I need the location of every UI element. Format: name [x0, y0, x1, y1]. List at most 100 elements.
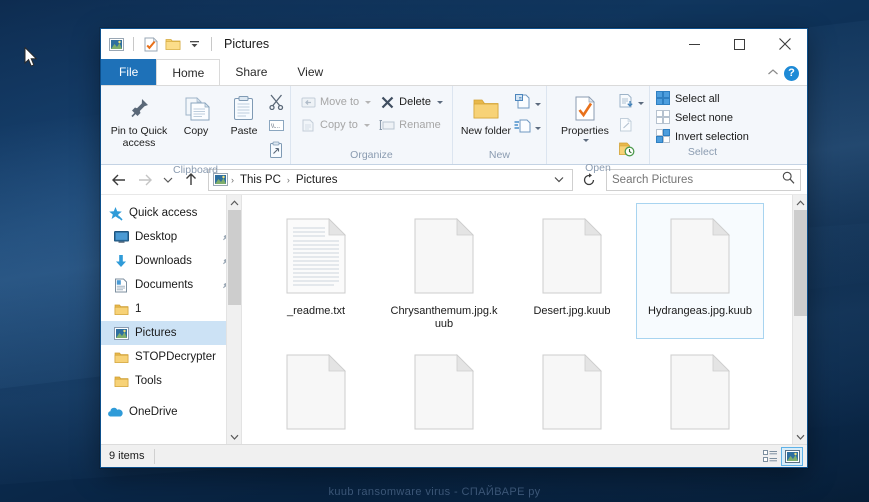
list-item[interactable]: _readme.txt: [252, 203, 380, 339]
sidebar-item-quick-access[interactable]: Quick access: [101, 201, 241, 225]
list-item[interactable]: [380, 339, 508, 444]
sidebar-item-onedrive[interactable]: OneDrive: [101, 400, 241, 424]
navpane-scroll-thumb[interactable]: [227, 210, 241, 305]
delete-button[interactable]: Delete: [375, 91, 447, 113]
ribbon-tab-actions: ?: [767, 64, 807, 85]
history-button[interactable]: [618, 141, 644, 162]
status-divider: [154, 448, 156, 464]
file-list-pane[interactable]: _readme.txt Chrysanthemum.jpg.kuub Deser…: [241, 195, 807, 444]
invert-selection-label: Invert selection: [674, 131, 749, 143]
maximize-button[interactable]: [717, 29, 762, 59]
list-item[interactable]: Hydrangeas.jpg.kuub: [636, 203, 764, 339]
tab-view[interactable]: View: [282, 59, 338, 85]
select-all-label: Select all: [674, 93, 720, 105]
properties-button[interactable]: Properties: [552, 89, 618, 142]
pin-to-quick-access-button[interactable]: Pin to Quick access: [106, 89, 172, 149]
sidebar-item-label: Desktop: [135, 231, 178, 243]
paste-button[interactable]: Paste: [220, 89, 268, 138]
sidebar-item-1[interactable]: 1: [101, 297, 241, 321]
navpane-scroll-track[interactable]: [227, 210, 242, 429]
navpane-scrollbar[interactable]: [226, 195, 241, 444]
chevron-down-icon[interactable]: [550, 175, 568, 185]
cut-scissors-icon: [268, 93, 285, 115]
list-item[interactable]: Chrysanthemum.jpg.kuub: [380, 203, 508, 339]
chevron-down-icon[interactable]: [436, 100, 443, 104]
select-none-icon: [655, 109, 670, 127]
chevron-down-icon[interactable]: [534, 127, 541, 130]
sidebar-item-documents[interactable]: Documents: [101, 273, 241, 297]
select-options: Select all Select none Invert selection: [650, 86, 755, 146]
file-name: _readme.txt: [286, 305, 346, 317]
move-to-button[interactable]: Move to: [296, 91, 375, 113]
sidebar-item-desktop[interactable]: Desktop: [101, 225, 241, 249]
chevron-down-icon[interactable]: [582, 138, 589, 142]
breadcrumb-pictures[interactable]: Pictures: [293, 174, 341, 186]
chevron-down-icon[interactable]: [365, 100, 372, 104]
new-folder-button[interactable]: New folder: [458, 89, 514, 138]
sidebar-item-stopdecrypter[interactable]: STOPDecrypter: [101, 345, 241, 369]
ribbon: Pin to Quick access Copy Paste \\... Cli…: [101, 85, 807, 176]
invert-selection-button[interactable]: Invert selection: [655, 128, 749, 146]
open-with-button[interactable]: [618, 93, 644, 114]
list-item[interactable]: Desert.jpg.kuub: [508, 203, 636, 339]
list-item[interactable]: [636, 339, 764, 444]
sidebar-item-label: STOPDecrypter: [135, 351, 216, 363]
sidebar-item-downloads[interactable]: Downloads: [101, 249, 241, 273]
window-menu-icon[interactable]: [107, 35, 126, 54]
blank-file-icon: [662, 210, 738, 302]
navigation-tree: Quick access Desktop Downloads Documents…: [101, 195, 241, 424]
paste-shortcut-button[interactable]: [268, 141, 285, 164]
cut-button[interactable]: [268, 93, 285, 115]
qat-properties[interactable]: [141, 35, 160, 54]
list-item[interactable]: [252, 339, 380, 444]
select-all-button[interactable]: Select all: [655, 90, 749, 108]
qat-customize[interactable]: [185, 35, 204, 54]
sidebar-item-pictures[interactable]: Pictures: [101, 321, 241, 345]
list-item[interactable]: [508, 339, 636, 444]
search-icon[interactable]: [782, 171, 795, 189]
sidebar-item-label: Quick access: [129, 207, 198, 219]
chevron-down-icon[interactable]: [637, 102, 644, 105]
file-scroll-track[interactable]: [793, 210, 808, 429]
large-icons-view-button[interactable]: [781, 446, 803, 466]
text-file-icon: [278, 210, 354, 302]
chevron-down-icon[interactable]: [534, 102, 541, 106]
organize-col-1: Move to Copy to: [296, 89, 375, 136]
chevron-up-icon[interactable]: [793, 195, 808, 210]
copy-button[interactable]: Copy: [172, 89, 220, 138]
file-name: Chrysanthemum.jpg.kuub: [390, 305, 498, 330]
chevron-down-icon[interactable]: [793, 429, 808, 444]
tab-home[interactable]: Home: [156, 59, 221, 85]
chevron-up-icon[interactable]: [767, 64, 779, 82]
copy-to-button[interactable]: Copy to: [296, 114, 375, 136]
pin-to-quick-access-label: Pin to Quick access: [110, 125, 168, 149]
file-list-scrollbar[interactable]: [792, 195, 807, 444]
folder-icon: [113, 373, 129, 389]
history-icon: [618, 141, 635, 162]
chevron-down-icon[interactable]: [227, 429, 242, 444]
chevron-down-icon[interactable]: [363, 123, 370, 127]
clipboard-small-icons: \\...: [268, 89, 285, 164]
details-view-button[interactable]: [759, 447, 781, 466]
close-button[interactable]: [762, 29, 807, 59]
edit-button[interactable]: [618, 117, 644, 138]
title-bar[interactable]: Pictures: [101, 29, 807, 59]
file-scroll-thumb[interactable]: [793, 210, 807, 316]
select-none-button[interactable]: Select none: [655, 109, 749, 127]
copy-path-button[interactable]: \\...: [268, 118, 285, 138]
rename-button[interactable]: Rename: [375, 114, 447, 136]
chevron-up-icon[interactable]: [227, 195, 242, 210]
copy-path-icon: \\...: [268, 118, 285, 138]
new-item-button[interactable]: [514, 93, 541, 115]
properties-label: Properties: [561, 125, 609, 137]
minimize-button[interactable]: [672, 29, 717, 59]
help-button[interactable]: ?: [784, 65, 799, 81]
blank-file-icon: [662, 346, 738, 438]
qat-new-folder[interactable]: [163, 35, 182, 54]
tab-file[interactable]: File: [101, 59, 157, 85]
easy-access-button[interactable]: [514, 118, 541, 139]
search-input[interactable]: [612, 173, 782, 186]
sidebar-item-tools[interactable]: Tools: [101, 369, 241, 393]
file-grid: _readme.txt Chrysanthemum.jpg.kuub Deser…: [242, 195, 792, 444]
tab-share[interactable]: Share: [220, 59, 282, 85]
